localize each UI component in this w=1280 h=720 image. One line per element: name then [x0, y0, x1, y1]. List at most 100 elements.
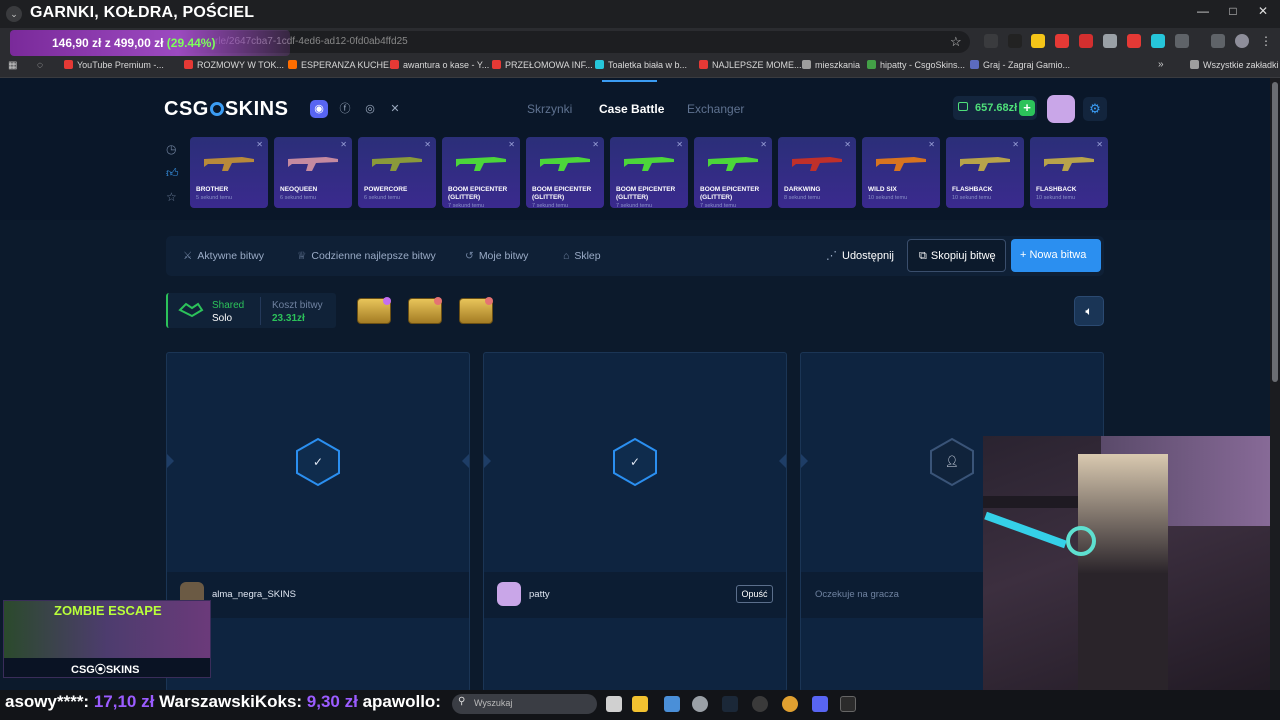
profile-avatar-icon[interactable]: [1235, 34, 1249, 48]
taskbar-search[interactable]: Wyszukaj: [452, 694, 597, 714]
close-icon[interactable]: ✕: [256, 140, 263, 149]
active-battles-button[interactable]: ⚔ Aktywne bitwy: [183, 250, 264, 262]
maximize-icon[interactable]: □: [1218, 4, 1248, 18]
weapon-skin-icon: [624, 157, 674, 171]
led-strip: [984, 511, 1067, 549]
more-bookmarks-icon[interactable]: »: [1158, 59, 1164, 70]
bookmark-item[interactable]: Graj - Zagraj Gamio...: [970, 60, 1070, 70]
extension-icon[interactable]: [1008, 34, 1022, 48]
extension-icon[interactable]: [984, 34, 998, 48]
thumbs-up-icon[interactable]: 👍︎: [166, 166, 179, 181]
recent-drop-card[interactable]: ✕ NEOQUEEN 6 sekund temu: [274, 137, 352, 208]
recent-drop-card[interactable]: ✕ BROTHER 5 sekund temu: [190, 137, 268, 208]
close-icon[interactable]: ✕: [760, 140, 767, 149]
share-button[interactable]: ⋰ Udostępnij: [826, 249, 894, 262]
close-icon[interactable]: ✕: [844, 140, 851, 149]
close-icon[interactable]: ✕: [592, 140, 599, 149]
weapon-skin-icon: [960, 157, 1010, 171]
bookmark-item[interactable]: YouTube Premium -...: [64, 60, 164, 70]
player-slot: [483, 352, 787, 692]
recent-drop-card[interactable]: ✕ FLASHBACK 10 sekund temu: [1030, 137, 1108, 208]
bookmark-item[interactable]: Toaletka biała w b...: [595, 60, 687, 70]
recent-drop-card[interactable]: ✕ BOOM EPICENTER (GLITTER) 7 sekund temu: [526, 137, 604, 208]
terminal-icon[interactable]: [840, 696, 856, 712]
recent-drop-card[interactable]: ✕ DARKWING 8 sekund temu: [778, 137, 856, 208]
nav-case-battle[interactable]: Case Battle: [599, 102, 664, 116]
bookmark-item[interactable]: ROZMOWY W TOK...: [184, 60, 284, 70]
store-icon[interactable]: [664, 696, 680, 712]
discord-icon[interactable]: [812, 696, 828, 712]
leave-battle-button[interactable]: Opuść: [736, 585, 773, 603]
extension-icon[interactable]: [1151, 34, 1165, 48]
recent-drop-card[interactable]: ✕ WILD SIX 10 sekund temu: [862, 137, 940, 208]
all-bookmarks[interactable]: Wszystkie zakładki: [1190, 60, 1279, 70]
close-icon[interactable]: ✕: [928, 140, 935, 149]
tab-search-chevron-icon[interactable]: ⌄: [6, 6, 22, 22]
daily-best-battles-button[interactable]: ♕ Codzienne najlepsze bitwy: [297, 250, 436, 262]
close-icon[interactable]: ✕: [1248, 4, 1278, 18]
puzzle-icon[interactable]: [1175, 34, 1189, 48]
scrollbar-thumb[interactable]: [1272, 82, 1278, 382]
settings-icon[interactable]: [692, 696, 708, 712]
app-icon[interactable]: [752, 696, 768, 712]
extension-icon[interactable]: [1127, 34, 1141, 48]
close-icon[interactable]: ✕: [676, 140, 683, 149]
apps-grid-icon[interactable]: ▦: [8, 60, 17, 71]
bookmark-item[interactable]: awantura o kase - Y...: [390, 60, 489, 70]
extension-icon[interactable]: [1031, 34, 1045, 48]
share-icon: ⋰: [826, 250, 837, 262]
more-menu-icon[interactable]: ⋮: [1260, 34, 1272, 48]
settings-gear-icon[interactable]: ⚙: [1083, 97, 1107, 121]
chrome-icon[interactable]: [782, 696, 798, 712]
menu-lines-icon[interactable]: [1211, 34, 1225, 48]
price-was: z 499,00 zł: [104, 36, 164, 50]
close-icon[interactable]: ✕: [340, 140, 347, 149]
recent-drop-card[interactable]: ✕ BOOM EPICENTER (GLITTER) 7 sekund temu: [694, 137, 772, 208]
file-explorer-icon[interactable]: [632, 696, 648, 712]
recent-drop-card[interactable]: ✕ BOOM EPICENTER (GLITTER) 7 sekund temu: [442, 137, 520, 208]
bookmark-item[interactable]: PRZEŁOMOWA INF...: [492, 60, 593, 70]
steam-icon[interactable]: [722, 696, 738, 712]
nav-active-underline: [602, 80, 657, 82]
discord-icon[interactable]: ◉: [310, 100, 328, 118]
new-battle-button[interactable]: + Nowa bitwa: [1011, 239, 1101, 272]
instagram-icon[interactable]: ◎: [361, 100, 379, 118]
recent-drop-card[interactable]: ✕ BOOM EPICENTER (GLITTER) 7 sekund temu: [610, 137, 688, 208]
bookmark-folder-icon[interactable]: ◌: [37, 60, 43, 71]
bookmark-favicon-icon: [288, 60, 297, 69]
close-icon[interactable]: ✕: [508, 140, 515, 149]
bookmark-star-icon[interactable]: ☆: [950, 34, 962, 50]
bookmark-item[interactable]: mieszkania: [802, 60, 860, 70]
slot-arrow: [779, 454, 786, 468]
site-logo[interactable]: CSG SKINS: [164, 98, 288, 121]
shop-button[interactable]: ⌂ Sklep: [563, 250, 601, 262]
bookmark-item[interactable]: ESPERANZA KUCHE...: [288, 60, 397, 70]
copy-battle-button[interactable]: ⧉ Skopiuj bitwę: [907, 239, 1006, 272]
user-avatar[interactable]: [1047, 95, 1075, 123]
close-icon[interactable]: ✕: [1012, 140, 1019, 149]
drop-skin-name: FLASHBACK: [1036, 186, 1077, 193]
recent-drop-card[interactable]: ✕ FLASHBACK 10 sekund temu: [946, 137, 1024, 208]
my-battles-button[interactable]: ↺ Moje bitwy: [465, 250, 528, 262]
shield-icon[interactable]: [1103, 34, 1117, 48]
bookmark-item[interactable]: hipatty - CsgoSkins...: [867, 60, 965, 70]
x-twitter-icon[interactable]: ✕: [386, 100, 404, 118]
close-icon[interactable]: ✕: [424, 140, 431, 149]
task-view-icon[interactable]: [606, 696, 622, 712]
clock-icon[interactable]: ◷: [166, 142, 176, 156]
extension-icon[interactable]: [1055, 34, 1069, 48]
close-icon[interactable]: ✕: [1096, 140, 1103, 149]
sound-toggle-icon[interactable]: 🔈︎: [1074, 296, 1104, 326]
adblock-icon[interactable]: [1079, 34, 1093, 48]
deposit-button[interactable]: +: [1019, 100, 1035, 116]
minimize-icon[interactable]: —: [1188, 4, 1218, 18]
weapon-skin-icon: [708, 157, 758, 171]
donation-amount: 9,30 zł: [306, 692, 358, 711]
bookmark-item[interactable]: NAJLEPSZE MOME...: [699, 60, 802, 70]
star-icon[interactable]: ☆: [166, 190, 177, 204]
nav-exchanger[interactable]: Exchanger: [687, 102, 744, 116]
facebook-icon[interactable]: ⓕ: [336, 100, 354, 118]
recent-drop-card[interactable]: ✕ POWERCORE 6 sekund temu: [358, 137, 436, 208]
battle-mode: Solo: [212, 313, 233, 324]
nav-skrzynki[interactable]: Skrzynki: [527, 102, 572, 116]
